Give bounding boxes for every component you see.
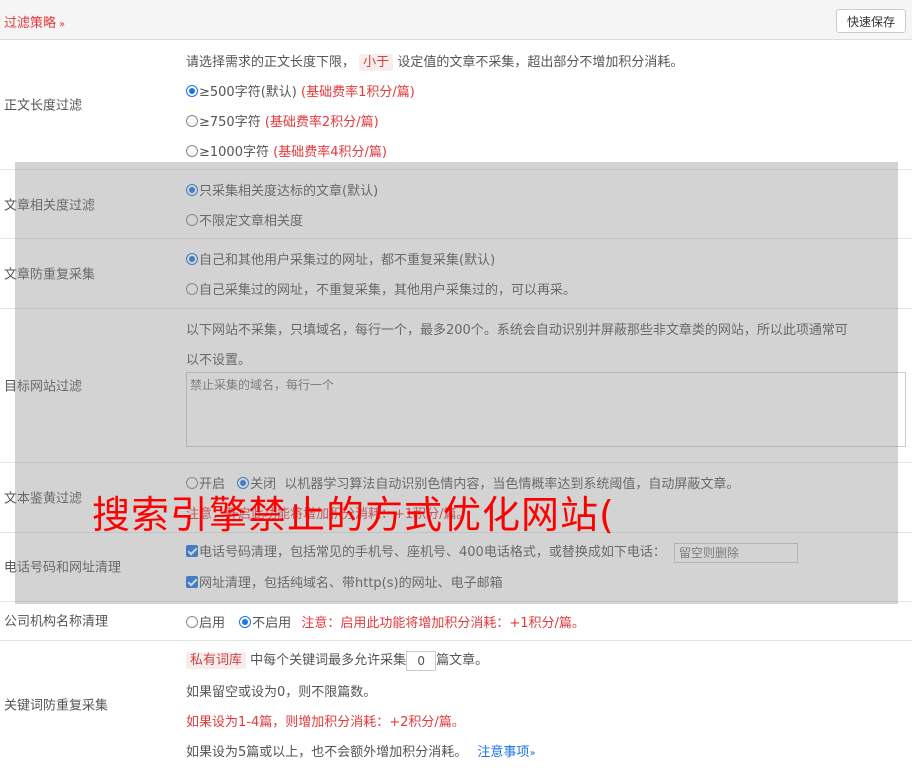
keyword-dedup-line-2: 如果留空或设为0，则不限篇数。 — [186, 685, 377, 700]
row-keyword-dedup: 关键词防重复采集 私有词库 中每个关键词最多允许采集篇文章。 如果留空或设为0，… — [0, 641, 912, 768]
length-option-750[interactable]: ≥750字符 (基础费率2积分/篇) — [186, 111, 379, 130]
keyword-dedup-label: 关键词防重复采集 — [4, 698, 109, 714]
org-clean-enable[interactable]: 启用 — [186, 616, 225, 631]
private-lexicon-tag: 私有词库 — [186, 652, 247, 669]
length-filter-intro: 请选择需求的正文长度下限， 小于 设定值的文章不采集，超出部分不增加积分消耗。 — [186, 54, 684, 71]
org-clean-options: 启用 不启用 注意：启用此功能将增加积分消耗：+1积分/篇。 — [186, 612, 585, 631]
row-length-filter: 正文长度过滤 请选择需求的正文长度下限， 小于 设定值的文章不采集，超出部分不增… — [0, 40, 912, 170]
row-org-clean: 公司机构名称清理 启用 不启用 注意：启用此功能将增加积分消耗：+1积分/篇。 — [0, 602, 912, 641]
notes-link[interactable]: 注意事项» — [477, 745, 535, 760]
length-option-500[interactable]: ≥500字符(默认) (基础费率1积分/篇) — [186, 81, 415, 100]
chevron-down-icon: » — [529, 748, 536, 759]
quick-save-button[interactable]: 快速保存 — [836, 9, 906, 33]
length-filter-label: 正文长度过滤 — [4, 98, 83, 114]
watermark-text: 搜索引擎禁止的方式优化网站( — [92, 493, 615, 537]
radio-org-enable[interactable] — [186, 616, 198, 628]
section-header: 过滤策略» 快速保存 — [0, 0, 912, 40]
section-title[interactable]: 过滤策略» — [4, 12, 65, 31]
length-option-1000[interactable]: ≥1000字符 (基础费率4积分/篇) — [186, 141, 387, 160]
less-than-tag: 小于 — [359, 54, 394, 71]
radio-length-1000[interactable] — [186, 145, 198, 157]
radio-length-750[interactable] — [186, 115, 198, 127]
org-clean-note: 注意：启用此功能将增加积分消耗：+1积分/篇。 — [301, 616, 585, 631]
org-clean-label: 公司机构名称清理 — [4, 614, 109, 630]
radio-length-500[interactable] — [186, 85, 198, 97]
keyword-dedup-line-3: 如果设为1-4篇，则增加积分消耗：+2积分/篇。 — [186, 715, 465, 730]
keyword-dedup-line-4: 如果设为5篇或以上，也不会额外增加积分消耗。 注意事项» — [186, 745, 536, 760]
keyword-dedup-line-1: 私有词库 中每个关键词最多允许采集篇文章。 — [186, 649, 488, 671]
org-clean-disable[interactable]: 不启用 — [239, 616, 291, 631]
radio-org-disable[interactable] — [239, 616, 252, 628]
max-articles-input[interactable] — [406, 650, 437, 671]
chevron-down-icon: » — [59, 19, 66, 30]
